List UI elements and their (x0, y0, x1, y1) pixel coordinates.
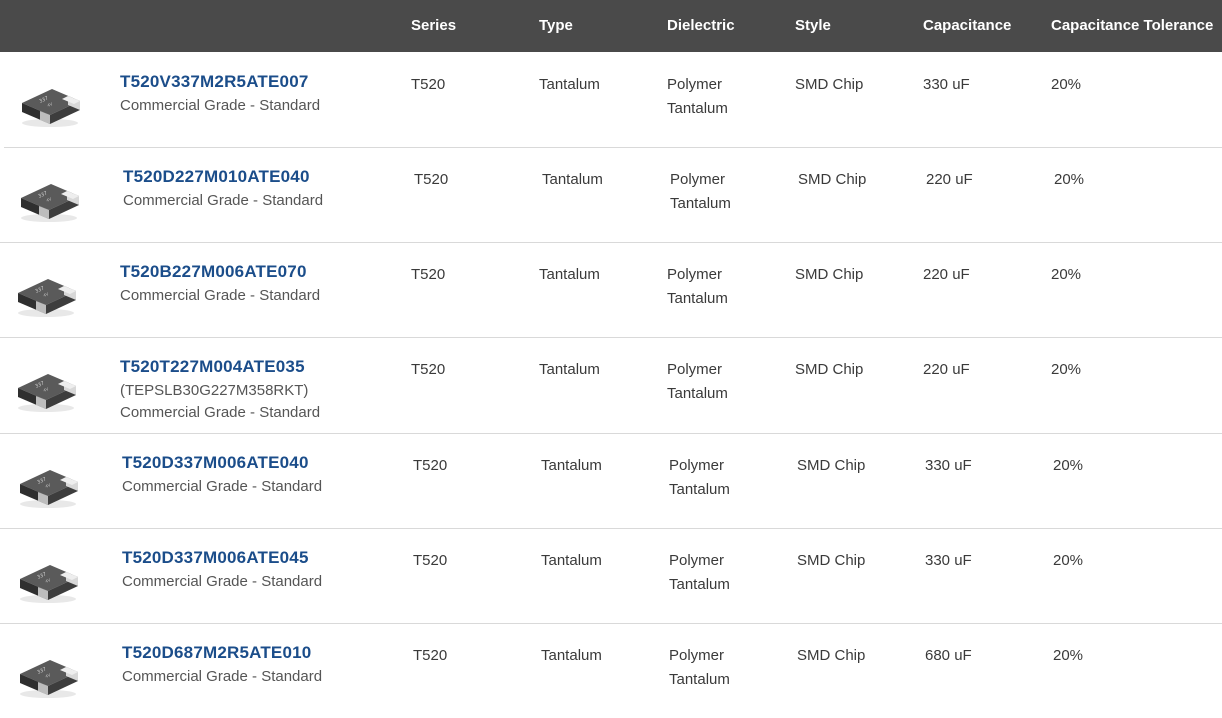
style-value: SMD Chip (797, 647, 866, 664)
capacitance-value: 680 uF (925, 647, 972, 664)
dielectric-value-line-2: Tantalum (669, 481, 730, 498)
table-row: 337 4V T520D337M006ATE045 Commercial Gra… (0, 528, 1222, 624)
series-value: T520 (413, 457, 448, 474)
part-number-link[interactable]: T520D227M010ATE040 (123, 167, 310, 187)
style-value: SMD Chip (795, 76, 864, 93)
dielectric-value-line-2: Tantalum (669, 671, 730, 688)
grade-label: Commercial Grade - Standard (120, 404, 321, 421)
capacitance-value: 330 uF (925, 457, 972, 474)
column-header-style[interactable]: Style (795, 17, 831, 34)
table-row: 337 4V T520B227M006ATE070 Commercial Gra… (0, 242, 1222, 338)
capacitor-chip-image: 337 4V (16, 460, 80, 510)
tolerance-value: 20% (1051, 76, 1082, 93)
tolerance-value: 20% (1051, 266, 1082, 283)
table-row: 337 4V T520D227M010ATE040 Commercial Gra… (0, 147, 1222, 243)
capacitance-value: 330 uF (923, 76, 970, 93)
grade-label: Commercial Grade - Standard (123, 192, 324, 209)
series-value: T520 (411, 361, 446, 378)
capacitance-value: 330 uF (925, 552, 972, 569)
alternate-part-number: (TEPSLB30G227M358RKT) (120, 382, 309, 399)
style-value: SMD Chip (795, 361, 864, 378)
capacitance-value: 220 uF (923, 361, 970, 378)
column-header-type[interactable]: Type (539, 17, 573, 34)
table-row: 337 4V T520D687M2R5ATE010 Commercial Gra… (0, 623, 1222, 718)
series-value: T520 (413, 647, 448, 664)
dielectric-value-line-2: Tantalum (669, 576, 730, 593)
column-header-capacitance[interactable]: Capacitance (923, 17, 1011, 34)
capacitance-value: 220 uF (926, 171, 973, 188)
type-value: Tantalum (541, 647, 602, 664)
dielectric-value-line-1: Polymer (669, 552, 725, 569)
part-number-link[interactable]: T520D337M006ATE045 (122, 548, 309, 568)
table-header: Series Type Dielectric Style Capacitance… (0, 0, 1222, 52)
part-number-link[interactable]: T520D687M2R5ATE010 (122, 643, 311, 663)
style-value: SMD Chip (797, 552, 866, 569)
tolerance-value: 20% (1053, 552, 1084, 569)
dielectric-value-line-2: Tantalum (667, 385, 728, 402)
grade-label: Commercial Grade - Standard (122, 668, 323, 685)
part-number-link[interactable]: T520B227M006ATE070 (120, 262, 307, 282)
grade-label: Commercial Grade - Standard (122, 478, 323, 495)
series-value: T520 (411, 76, 446, 93)
style-value: SMD Chip (798, 171, 867, 188)
capacitance-value: 220 uF (923, 266, 970, 283)
column-header-series[interactable]: Series (411, 17, 456, 34)
series-value: T520 (413, 552, 448, 569)
capacitor-chip-image: 337 4V (17, 174, 81, 224)
column-header-dielectric[interactable]: Dielectric (667, 17, 735, 34)
table-row: 337 4V T520D337M006ATE040 Commercial Gra… (0, 433, 1222, 529)
type-value: Tantalum (541, 457, 602, 474)
part-number-link[interactable]: T520T227M004ATE035 (120, 357, 305, 377)
grade-label: Commercial Grade - Standard (120, 97, 321, 114)
type-value: Tantalum (542, 171, 603, 188)
grade-label: Commercial Grade - Standard (120, 287, 321, 304)
capacitor-chip-image: 337 4V (14, 364, 78, 414)
dielectric-value-line-2: Tantalum (667, 100, 728, 117)
type-value: Tantalum (539, 361, 600, 378)
dielectric-value-line-1: Polymer (669, 457, 725, 474)
dielectric-value-line-1: Polymer (670, 171, 726, 188)
style-value: SMD Chip (795, 266, 864, 283)
type-value: Tantalum (539, 76, 600, 93)
tolerance-value: 20% (1051, 361, 1082, 378)
table-row: 337 4V T520V337M2R5ATE007 Commercial Gra… (4, 52, 1222, 148)
dielectric-value-line-1: Polymer (669, 647, 725, 664)
capacitor-chip-image: 337 4V (14, 269, 78, 319)
capacitor-chip-image: 337 4V (16, 650, 80, 700)
type-value: Tantalum (539, 266, 600, 283)
part-number-link[interactable]: T520V337M2R5ATE007 (120, 72, 309, 92)
type-value: Tantalum (541, 552, 602, 569)
series-value: T520 (411, 266, 446, 283)
part-number-link[interactable]: T520D337M006ATE040 (122, 453, 309, 473)
tolerance-value: 20% (1053, 457, 1084, 474)
grade-label: Commercial Grade - Standard (122, 573, 323, 590)
dielectric-value-line-2: Tantalum (670, 195, 731, 212)
table-row: 337 4V T520T227M004ATE035 (TEPSLB30G227M… (0, 337, 1222, 434)
series-value: T520 (414, 171, 449, 188)
capacitor-chip-image: 337 4V (18, 79, 82, 129)
dielectric-value-line-1: Polymer (667, 266, 723, 283)
dielectric-value-line-1: Polymer (667, 76, 723, 93)
tolerance-value: 20% (1054, 171, 1085, 188)
product-table: Series Type Dielectric Style Capacitance… (0, 0, 1222, 718)
tolerance-value: 20% (1053, 647, 1084, 664)
dielectric-value-line-1: Polymer (667, 361, 723, 378)
column-header-tolerance[interactable]: Capacitance Tolerance (1051, 17, 1213, 34)
style-value: SMD Chip (797, 457, 866, 474)
capacitor-chip-image: 337 4V (16, 555, 80, 605)
dielectric-value-line-2: Tantalum (667, 290, 728, 307)
